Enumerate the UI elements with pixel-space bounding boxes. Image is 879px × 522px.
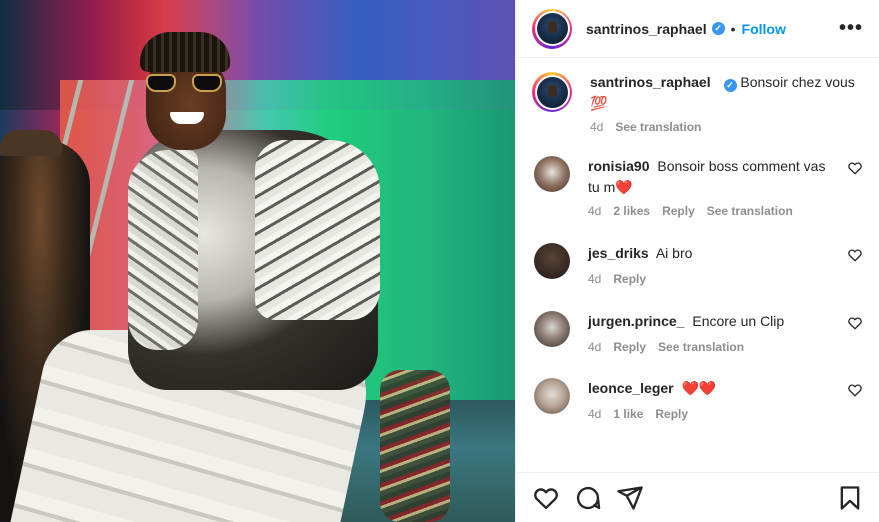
comment-text-line: leonce_leger ❤️❤️ — [588, 378, 837, 399]
author-username[interactable]: santrinos_raphael — [586, 21, 707, 37]
comment-meta: 4d 2 likes Reply See translation — [588, 204, 837, 218]
caption-time: 4d — [590, 120, 604, 134]
comment-text-line: ronisia90 Bonsoir boss comment vas tu m❤… — [588, 156, 837, 198]
reply-button[interactable]: Reply — [662, 204, 695, 218]
commenter-avatar[interactable] — [534, 378, 570, 414]
photo-jacket-right — [255, 140, 380, 320]
photo-cap — [0, 130, 62, 156]
comment-text: Ai bro — [655, 245, 693, 261]
comment-icon[interactable] — [574, 484, 602, 512]
author-avatar[interactable] — [532, 8, 572, 49]
caption-emoji: 💯 — [590, 95, 608, 111]
caption-meta: 4d See translation — [590, 120, 863, 134]
comment-item: jes_driks Ai bro 4d Reply — [532, 243, 863, 286]
comment-text-line: jurgen.prince_ Encore un Clip — [588, 311, 837, 332]
commenter-avatar[interactable] — [534, 156, 570, 192]
photo-jacket-left — [128, 150, 198, 350]
comment-time: 4d — [588, 272, 602, 286]
comment-time: 4d — [588, 204, 602, 218]
comment-item: jurgen.prince_ Encore un Clip 4d Reply S… — [532, 311, 863, 354]
post-header: santrinos_raphael ✓ • Follow ••• — [516, 0, 879, 58]
commenter-username[interactable]: leonce_leger — [588, 380, 674, 396]
follow-button[interactable]: Follow — [742, 21, 786, 37]
photo-garland — [380, 370, 450, 522]
see-translation-link[interactable]: See translation — [615, 120, 701, 134]
comment-likes[interactable]: 2 likes — [613, 204, 650, 218]
comments-list: santrinos_raphael ✓ Bonsoir chez vous 💯 … — [516, 58, 879, 421]
save-icon[interactable] — [836, 484, 864, 512]
comment-item: ronisia90 Bonsoir boss comment vas tu m❤… — [532, 156, 863, 218]
comment-text: Encore un Clip — [692, 313, 785, 329]
comment-meta: 4d Reply — [588, 272, 837, 286]
like-comment-heart-icon[interactable] — [847, 315, 863, 331]
post-action-bar — [516, 472, 879, 522]
commenter-username[interactable]: jes_driks — [588, 245, 649, 261]
reply-button[interactable]: Reply — [613, 340, 646, 354]
comment-item: leonce_leger ❤️❤️ 4d 1 like Reply — [532, 378, 863, 421]
commenter-username[interactable]: ronisia90 — [588, 158, 649, 174]
caption-text: Bonsoir chez vous — [740, 74, 855, 90]
separator-dot: • — [730, 20, 736, 37]
commenter-avatar[interactable] — [534, 243, 570, 279]
reply-button[interactable]: Reply — [655, 407, 688, 421]
comment-time: 4d — [588, 340, 602, 354]
caption-author-avatar[interactable] — [532, 72, 572, 112]
post-photo[interactable] — [0, 0, 515, 522]
comment-likes[interactable]: 1 like — [613, 407, 643, 421]
commenter-username[interactable]: jurgen.prince_ — [588, 313, 684, 329]
more-options-icon[interactable]: ••• — [839, 17, 863, 40]
share-icon[interactable] — [616, 484, 644, 512]
verified-badge-icon: ✓ — [723, 79, 737, 92]
like-icon[interactable] — [532, 484, 560, 512]
comment-text-line: jes_driks Ai bro — [588, 243, 837, 264]
comment-emoji: ❤️❤️ — [681, 380, 717, 396]
comment-time: 4d — [588, 407, 602, 421]
post-caption: santrinos_raphael ✓ Bonsoir chez vous 💯 … — [532, 58, 863, 134]
instagram-post-view: santrinos_raphael ✓ • Follow ••• santrin… — [0, 0, 879, 522]
caption-text-line: santrinos_raphael ✓ Bonsoir chez vous 💯 — [590, 72, 863, 114]
photo-smile — [170, 112, 204, 124]
photo-sunglasses — [146, 74, 222, 94]
post-side-panel: santrinos_raphael ✓ • Follow ••• santrin… — [515, 0, 879, 522]
like-comment-heart-icon[interactable] — [847, 382, 863, 398]
reply-button[interactable]: Reply — [613, 272, 646, 286]
like-comment-heart-icon[interactable] — [847, 160, 863, 176]
verified-badge-icon: ✓ — [711, 22, 725, 35]
commenter-avatar[interactable] — [534, 311, 570, 347]
comment-meta: 4d Reply See translation — [588, 340, 837, 354]
caption-username[interactable]: santrinos_raphael — [590, 74, 711, 90]
like-comment-heart-icon[interactable] — [847, 247, 863, 263]
see-translation-link[interactable]: See translation — [658, 340, 744, 354]
see-translation-link[interactable]: See translation — [707, 204, 793, 218]
comment-meta: 4d 1 like Reply — [588, 407, 837, 421]
photo-hair — [140, 32, 230, 72]
comment-emoji: ❤️ — [615, 179, 633, 195]
